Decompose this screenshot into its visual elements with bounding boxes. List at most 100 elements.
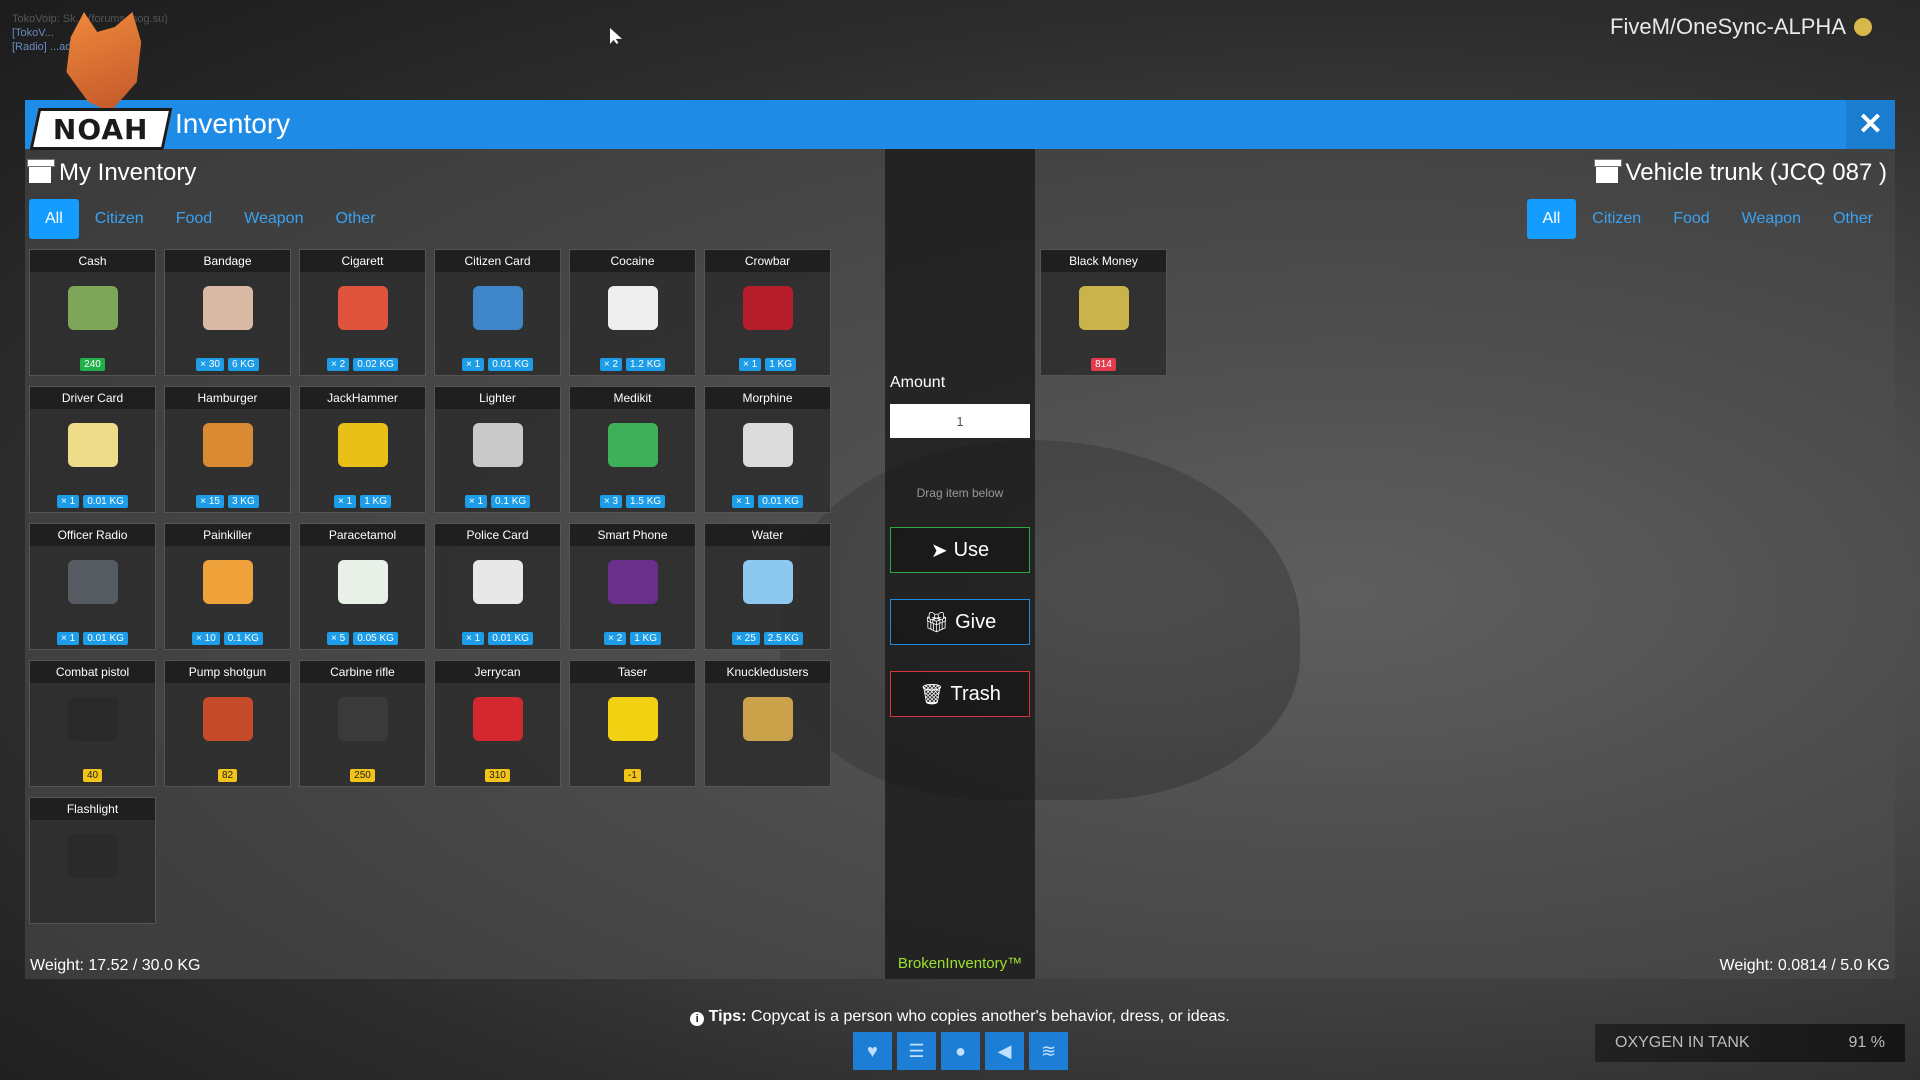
police-card-icon (473, 560, 523, 604)
server-tag: FiveM/OneSync-ALPHA (1610, 14, 1872, 40)
item-slot-carbine-rifle[interactable]: Carbine rifle 250 (299, 660, 426, 787)
medikit-icon (608, 423, 658, 467)
item-tags: × 25 2.5 KG (705, 632, 830, 645)
item-tag: 1.2 KG (626, 358, 666, 371)
item-tag: × 1 (334, 495, 357, 508)
right-filter-all[interactable]: All (1526, 199, 1577, 239)
item-slot-jerrycan[interactable]: Jerrycan 310 (434, 660, 561, 787)
left-weight: Weight: 17.52 / 30.0 KG (30, 957, 201, 974)
item-tag: 0.1 KG (223, 632, 263, 645)
item-name: Pump shotgun (165, 661, 290, 683)
item-slot-bandage[interactable]: Bandage × 30 6 KG (164, 249, 291, 376)
right-item-grid: Black Money 814 (1040, 249, 1840, 376)
item-tag: 0.05 KG (353, 632, 398, 645)
cigarett-icon (338, 286, 388, 330)
item-tag: × 1 (739, 358, 762, 371)
item-slot-black-money[interactable]: Black Money 814 (1040, 249, 1167, 376)
item-slot-pump-shotgun[interactable]: Pump shotgun 82 (164, 660, 291, 787)
item-tags: × 1 0.01 KG (705, 495, 830, 508)
item-slot-painkiller[interactable]: Painkiller × 10 0.1 KG (164, 523, 291, 650)
item-slot-smart-phone[interactable]: Smart Phone × 21 KG (569, 523, 696, 650)
status-bar: ♥ ☰ ● ◀ ≋ (853, 1032, 1068, 1070)
item-slot-officer-radio[interactable]: Officer Radio × 1 0.01 KG (29, 523, 156, 650)
item-tags: -1 (570, 769, 695, 782)
close-button[interactable]: ✕ (1846, 100, 1895, 149)
left-filter-weapon[interactable]: Weapon (228, 199, 319, 239)
item-slot-cocaine[interactable]: Cocaine × 2 1.2 KG (569, 249, 696, 376)
item-name: Jerrycan (435, 661, 560, 683)
item-slot-hamburger[interactable]: Hamburger × 15 3 KG (164, 386, 291, 513)
item-name: Citizen Card (435, 250, 560, 272)
officer-radio-icon (68, 560, 118, 604)
server-logo: NOAH (29, 12, 173, 150)
item-slot-police-card[interactable]: Police Card × 1 0.01 KG (434, 523, 561, 650)
item-slot-morphine[interactable]: Morphine × 1 0.01 KG (704, 386, 831, 513)
item-tag: 0.01 KG (83, 495, 128, 508)
item-tags: × 10 0.1 KG (165, 632, 290, 645)
item-tag: 0.02 KG (353, 358, 398, 371)
water-icon (743, 560, 793, 604)
morphine-icon (743, 423, 793, 467)
item-slot-driver-card[interactable]: Driver Card × 1 0.01 KG (29, 386, 156, 513)
item-slot-knuckledusters[interactable]: Knuckledusters (704, 660, 831, 787)
item-name: Painkiller (165, 524, 290, 546)
item-slot-cigarett[interactable]: Cigarett × 2 0.02 KG (299, 249, 426, 376)
item-slot-taser[interactable]: Taser -1 (569, 660, 696, 787)
oxygen-indicator: OXYGEN IN TANK 91 % (1595, 1024, 1905, 1062)
water-drop-icon: ● (941, 1032, 980, 1070)
item-slot-medikit[interactable]: Medikit × 3 1.5 KG (569, 386, 696, 513)
left-filter-food[interactable]: Food (160, 199, 228, 239)
bandage-icon (203, 286, 253, 330)
right-filter-food[interactable]: Food (1657, 199, 1725, 239)
item-slot-combat-pistol[interactable]: Combat pistol 40 (29, 660, 156, 787)
left-filter-other[interactable]: Other (319, 199, 391, 239)
item-tag: × 1 (462, 632, 485, 645)
item-tag: × 1 (57, 632, 80, 645)
vehicle-trunk-panel: Vehicle trunk (JCQ 087 ) All Citizen Foo… (1035, 149, 1895, 979)
right-filter-citizen[interactable]: Citizen (1576, 199, 1657, 239)
fox-mascot-icon (66, 12, 142, 112)
painkiller-icon (203, 560, 253, 604)
item-tag: 0.01 KG (83, 632, 128, 645)
item-tags: × 5 0.05 KG (300, 632, 425, 645)
item-tag: × 1 (462, 358, 485, 371)
item-slot-jackhammer[interactable]: JackHammer × 11 KG (299, 386, 426, 513)
drag-hint: Drag item below (916, 486, 1004, 500)
pointer-icon: ➤ (930, 539, 948, 562)
item-name: JackHammer (300, 387, 425, 409)
item-slot-water[interactable]: Water × 25 2.5 KG (704, 523, 831, 650)
item-tags: × 2 0.02 KG (300, 358, 425, 371)
server-flag-icon (1854, 18, 1872, 36)
right-filter-weapon[interactable]: Weapon (1726, 199, 1817, 239)
use-button[interactable]: ➤ Use (890, 527, 1030, 573)
flashlight-icon (68, 834, 118, 878)
taser-icon (608, 697, 658, 741)
trash-button[interactable]: 🗑︎ Trash (890, 671, 1030, 717)
left-filter-citizen[interactable]: Citizen (79, 199, 160, 239)
item-name: Knuckledusters (705, 661, 830, 683)
inventory-title: Inventory (175, 108, 291, 139)
item-name: Flashlight (30, 798, 155, 820)
right-filter-other[interactable]: Other (1817, 199, 1889, 239)
item-slot-lighter[interactable]: Lighter × 1 0.1 KG (434, 386, 561, 513)
inventory-header: Inventory ✕ (25, 100, 1895, 149)
my-inventory-panel: My Inventory All Citizen Food Weapon Oth… (25, 149, 885, 979)
item-tags: 240 (30, 358, 155, 371)
heart-icon: ♥ (853, 1032, 892, 1070)
knuckledusters-icon (743, 697, 793, 741)
left-filter-all[interactable]: All (29, 199, 79, 239)
item-slot-cash[interactable]: Cash 240 (29, 249, 156, 376)
item-slot-paracetamol[interactable]: Paracetamol × 5 0.05 KG (299, 523, 426, 650)
item-slot-citizen-card[interactable]: Citizen Card × 1 0.01 KG (434, 249, 561, 376)
amount-input[interactable] (890, 404, 1030, 438)
mouse-cursor-icon (610, 28, 622, 44)
item-tags: × 11 KG (300, 495, 425, 508)
item-tag: × 30 (196, 358, 224, 371)
item-name: Bandage (165, 250, 290, 272)
item-tag: 814 (1091, 358, 1116, 371)
item-slot-crowbar[interactable]: Crowbar × 11 KG (704, 249, 831, 376)
driver-card-icon (68, 423, 118, 467)
item-slot-flashlight[interactable]: Flashlight (29, 797, 156, 924)
logo-badge: NOAH (29, 108, 173, 150)
give-button[interactable]: 🎁︎ Give (890, 599, 1030, 645)
